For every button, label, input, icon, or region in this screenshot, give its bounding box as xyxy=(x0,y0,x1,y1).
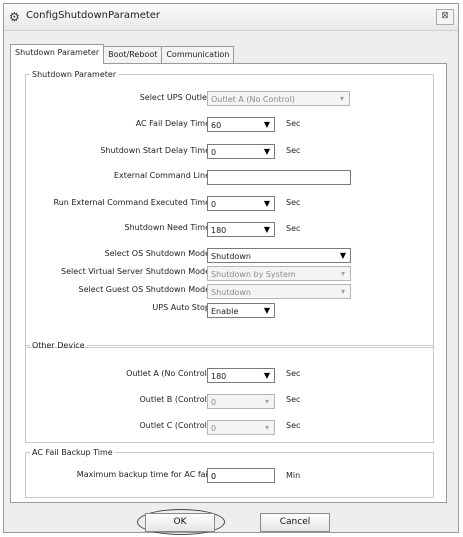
title-bar: ⚙ ConfigShutdownParameter ⊠ xyxy=(4,4,458,31)
start-delay-label: Shutdown Start Delay Time xyxy=(100,146,210,155)
outlet-c-label: Outlet C (Control) xyxy=(139,421,210,430)
tab-boot-reboot[interactable]: Boot/Reboot xyxy=(103,46,163,64)
tab-panel: Shutdown Parameter Select UPS Outlet Out… xyxy=(10,63,447,503)
cancel-button[interactable]: Cancel xyxy=(260,513,330,532)
max-backup-label: Maximum backup time for AC fail xyxy=(76,470,210,479)
os-mode-label: Select OS Shutdown Mode xyxy=(104,249,210,258)
guest-mode-select: Shutdown ▾ xyxy=(207,284,351,299)
need-time-unit: Sec xyxy=(286,224,301,233)
ac-fail-delay-unit: Sec xyxy=(286,119,301,128)
ext-cmd-label: External Command Line xyxy=(113,171,210,180)
vs-mode-select: Shutdown by System ▾ xyxy=(207,266,351,281)
need-time-select[interactable]: 180 ▼ xyxy=(207,222,275,237)
outlet-a-label: Outlet A (No Control) xyxy=(126,369,210,378)
outlet-b-select: 0 ▾ xyxy=(207,394,275,409)
outlet-b-label: Outlet B (Control) xyxy=(139,395,210,404)
tab-shutdown-parameter[interactable]: Shutdown Parameter xyxy=(10,44,105,64)
guest-mode-label: Select Guest OS Shutdown Mode xyxy=(78,285,210,294)
ac-fail-delay-select[interactable]: 60 ▼ xyxy=(207,117,275,132)
ext-cmd-time-label: Run External Command Executed Time xyxy=(53,198,210,207)
ups-outlet-label: Select UPS Outlet xyxy=(139,93,210,102)
chevron-down-icon: ▾ xyxy=(264,423,269,432)
ac-fail-backup-legend: AC Fail Backup Time xyxy=(32,448,113,457)
tab-strip: Shutdown Parameter Boot/Reboot Communica… xyxy=(10,44,235,64)
chevron-down-icon: ▾ xyxy=(340,269,345,278)
vs-mode-label: Select Virtual Server Shutdown Mode xyxy=(61,267,210,276)
chevron-down-icon: ▾ xyxy=(340,287,345,296)
ok-button[interactable]: OK xyxy=(145,513,215,532)
auto-stop-label: UPS Auto Stop xyxy=(152,303,210,312)
tab-communication[interactable]: Communication xyxy=(161,46,235,64)
window-title: ConfigShutdownParameter xyxy=(26,10,161,21)
outlet-a-select[interactable]: 180 ▼ xyxy=(207,368,275,383)
chevron-down-icon: ▼ xyxy=(263,225,271,234)
outlet-c-select: 0 ▾ xyxy=(207,420,275,435)
start-delay-select[interactable]: 0 ▼ xyxy=(207,144,275,159)
ups-outlet-select: Outlet A (No Control) ▾ xyxy=(207,91,350,106)
outlet-a-unit: Sec xyxy=(286,369,301,378)
ext-cmd-time-select[interactable]: 0 ▼ xyxy=(207,196,275,211)
chevron-down-icon: ▼ xyxy=(263,306,271,315)
max-backup-unit: Min xyxy=(286,471,301,480)
shutdown-parameter-legend: Shutdown Parameter xyxy=(32,70,117,79)
chevron-down-icon: ▼ xyxy=(263,120,271,129)
chevron-down-icon: ▾ xyxy=(264,397,269,406)
chevron-down-icon: ▼ xyxy=(339,251,347,260)
chevron-down-icon: ▼ xyxy=(263,147,271,156)
ext-cmd-input[interactable] xyxy=(207,170,351,185)
need-time-label: Shutdown Need Time xyxy=(124,223,210,232)
app-icon: ⚙ xyxy=(9,10,20,24)
close-icon[interactable]: ⊠ xyxy=(436,9,454,25)
outlet-b-unit: Sec xyxy=(286,395,301,404)
start-delay-unit: Sec xyxy=(286,146,301,155)
other-device-legend: Other Device xyxy=(32,341,85,350)
chevron-down-icon: ▾ xyxy=(339,94,344,103)
max-backup-input[interactable]: 0 xyxy=(207,468,275,483)
ext-cmd-time-unit: Sec xyxy=(286,198,301,207)
ac-fail-delay-label: AC Fail Delay Time xyxy=(135,119,210,128)
chevron-down-icon: ▼ xyxy=(263,371,271,380)
chevron-down-icon: ▼ xyxy=(263,199,271,208)
outlet-c-unit: Sec xyxy=(286,421,301,430)
os-mode-select[interactable]: Shutdown ▼ xyxy=(207,248,351,263)
auto-stop-select[interactable]: Enable ▼ xyxy=(207,303,275,318)
